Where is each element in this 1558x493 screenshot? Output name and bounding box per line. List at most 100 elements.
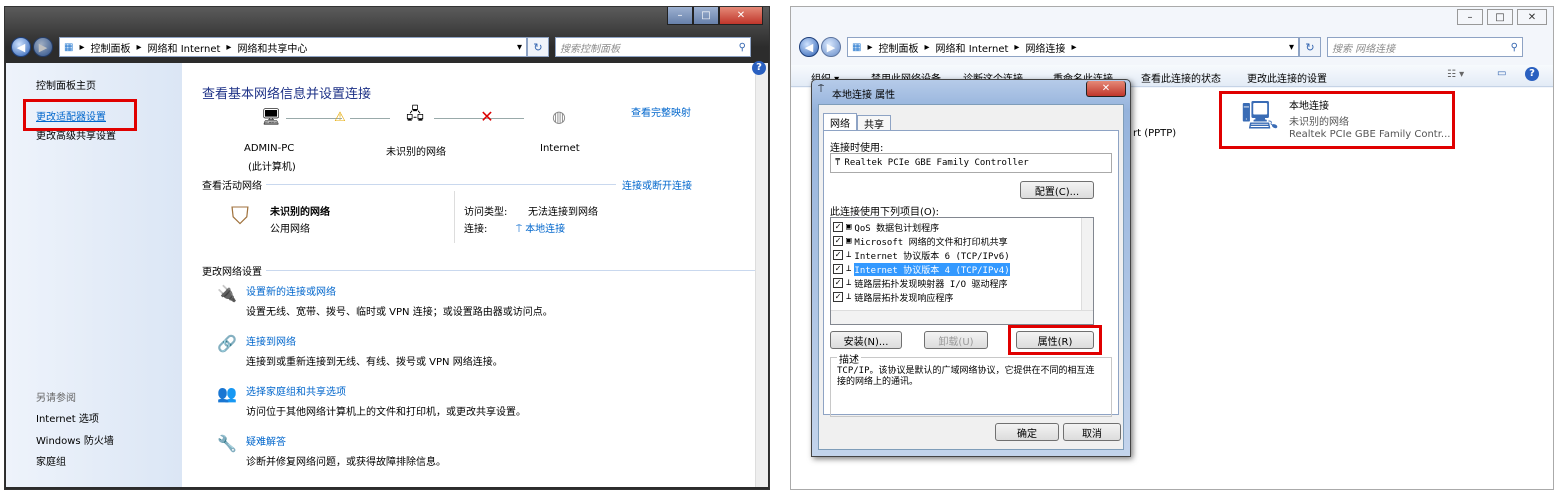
close-button[interactable]: ✕	[1517, 9, 1547, 25]
highlight-box	[1008, 325, 1102, 355]
dialog-network-icon: ⍑	[818, 84, 824, 95]
checkbox[interactable]: ✓	[833, 222, 843, 232]
tab-sharing[interactable]: 共享	[857, 115, 891, 131]
checkbox[interactable]: ✓	[833, 236, 843, 246]
tab-network[interactable]: 网络	[823, 113, 857, 131]
computer-icon: 🖥	[260, 106, 282, 126]
troubleshoot-icon: 🔧	[217, 433, 237, 453]
list-vertical-scrollbar[interactable]	[1081, 218, 1093, 310]
breadcrumb-item[interactable]: 网络和 Internet	[936, 40, 1009, 55]
list-item-selected[interactable]: ✓ ⊥ Internet 协议版本 4 (TCP/IPv4)	[833, 262, 1010, 276]
items-label: 此连接使用下列项目(O):	[830, 207, 940, 218]
checkbox[interactable]: ✓	[833, 292, 843, 302]
protocol-icon: ⊥	[846, 278, 852, 288]
view-options-icon[interactable]: ☷ ▾	[1447, 69, 1464, 80]
help-icon[interactable]: ?	[752, 61, 766, 75]
map-computer-label: ADMIN-PC	[244, 143, 295, 154]
task-new-connection-link[interactable]: 设置新的连接或网络	[246, 283, 336, 298]
task-homegroup-link[interactable]: 选择家庭组和共享选项	[246, 383, 346, 398]
components-list[interactable]: ✓ ▣ QoS 数据包计划程序 ✓ ▣ Microsoft 网络的文件和打印机共享 ✓ ⊥…	[830, 217, 1094, 325]
connections-value-link[interactable]: ⍑ 本地连接	[516, 220, 565, 235]
protocol-icon: ⊥	[846, 264, 852, 274]
address-bar[interactable]: ▦ ▸ 控制面板 ▸ 网络和 Internet ▸ 网络和共享中心 ▾	[59, 37, 527, 57]
back-icon[interactable]: ◀	[11, 37, 31, 57]
search-icon: ⚲	[738, 41, 746, 53]
help-icon[interactable]: ?	[1525, 67, 1539, 81]
network-sharing-center-window: – □ ✕ ◀ ▶ ▦ ▸ 控制面板 ▸ 网络和 Internet ▸ 网络和共享中心…	[4, 6, 770, 490]
search-input[interactable]: 搜索控制面板 ⚲	[555, 37, 751, 57]
refresh-icon[interactable]: ↻	[527, 37, 549, 57]
install-button[interactable]: 安装(N)...	[830, 331, 902, 349]
sidebar-item-firewall[interactable]: Windows 防火墙	[36, 432, 114, 447]
chevron-down-icon[interactable]: ▾	[517, 42, 522, 53]
description-text: TCP/IP。该协议是默认的广域网络协议，它提供在不同的相互连接的网络上的通讯。	[837, 366, 1095, 387]
list-item[interactable]: ✓ ▣ Microsoft 网络的文件和打印机共享	[833, 234, 1008, 248]
forward-icon[interactable]: ▶	[821, 37, 841, 57]
breadcrumb-item[interactable]: 网络连接	[1025, 40, 1065, 55]
adapter-field: ⍑ Realtek PCIe GBE Family Controller	[830, 153, 1112, 173]
properties-dialog: ⍑ 本地连接 属性 ✕ 网络 共享 连接时使用: ⍑ Realtek PCIe …	[811, 79, 1131, 457]
preview-pane-icon[interactable]: ▭	[1497, 68, 1506, 79]
dialog-close-button[interactable]: ✕	[1086, 81, 1126, 97]
configure-button[interactable]: 配置(C)...	[1020, 181, 1094, 199]
sidebar-item-home[interactable]: 控制面板主页	[36, 77, 96, 92]
breadcrumb-item[interactable]: 控制面板	[878, 40, 918, 55]
breadcrumb-item[interactable]: 控制面板	[90, 40, 130, 55]
checkbox[interactable]: ✓	[833, 278, 843, 288]
active-network-type[interactable]: 公用网络	[270, 220, 310, 235]
list-item[interactable]: ✓ ⊥ Internet 协议版本 6 (TCP/IPv6)	[833, 248, 1010, 262]
vertical-scrollbar[interactable]: ?	[752, 61, 768, 487]
description-group: 描述 TCP/IP。该协议是默认的广域网络协议，它提供在不同的相互连接的网络上的…	[830, 351, 1112, 417]
sidebar-item-internet-options[interactable]: Internet 选项	[36, 410, 99, 425]
address-bar-row: ◀ ▶ ▦ ▸ 控制面板 ▸ 网络和 Internet ▸ 网络和共享中心 ▾ ↻ 搜…	[11, 35, 763, 59]
task-troubleshoot-desc: 诊断并修复网络问题，或获得故障排除信息。	[246, 457, 446, 468]
list-horizontal-scrollbar[interactable]	[831, 310, 1093, 324]
task-homegroup-desc: 访问位于其他网络计算机上的文件和打印机，或更改共享设置。	[246, 407, 526, 418]
forward-icon[interactable]: ▶	[33, 37, 53, 57]
toolbar-change-settings[interactable]: 更改此连接的设置	[1247, 70, 1327, 85]
minimize-button[interactable]: –	[667, 7, 693, 25]
connections-value[interactable]: 本地连接	[525, 224, 565, 235]
task-connect-network-desc: 连接到或重新连接到无线、有线、拨号或 VPN 网络连接。	[246, 357, 503, 368]
minimize-button[interactable]: –	[1457, 9, 1483, 25]
connect-disconnect-link[interactable]: 连接或断开连接	[622, 177, 692, 192]
uninstall-button: 卸载(U)	[924, 331, 988, 349]
bench-icon: ⛉	[231, 202, 249, 230]
task-new-connection-desc: 设置无线、宽带、拨号、临时或 VPN 连接；或设置路由器或访问点。	[246, 307, 553, 318]
network-icon: 🖧	[406, 103, 424, 123]
network-connections-window: – □ ✕ ◀ ▶ ▦ ▸ 控制面板 ▸ 网络和 Internet ▸ 网络连接 ▸ …	[790, 6, 1554, 490]
close-button[interactable]: ✕	[719, 7, 763, 25]
chevron-down-icon[interactable]: ▾	[1289, 42, 1294, 53]
list-item[interactable]: ✓ ⊥ 链路层拓扑发现响应程序	[833, 290, 953, 304]
disconnected-x-icon: ✕	[480, 106, 494, 126]
dialog-body: 网络 共享 连接时使用: ⍑ Realtek PCIe GBE Family C…	[818, 104, 1124, 450]
breadcrumb-item[interactable]: 网络和 Internet	[148, 40, 221, 55]
checkbox[interactable]: ✓	[833, 264, 843, 274]
sidebar-item-homegroup[interactable]: 家庭组	[36, 453, 66, 468]
maximize-button[interactable]: □	[693, 7, 719, 25]
task-connect-network-link[interactable]: 连接到网络	[246, 333, 296, 348]
task-troubleshoot-link[interactable]: 疑难解答	[246, 433, 286, 448]
back-icon[interactable]: ◀	[799, 37, 819, 57]
homegroup-icon: 👥	[217, 383, 237, 403]
cancel-button[interactable]: 取消	[1063, 423, 1121, 441]
see-also-label: 另请参阅	[36, 393, 76, 404]
list-item[interactable]: ✓ ⊥ 链路层拓扑发现映射器 I/O 驱动程序	[833, 276, 1008, 290]
list-item[interactable]: ✓ ▣ QoS 数据包计划程序	[833, 220, 939, 234]
tab-panel: 连接时使用: ⍑ Realtek PCIe GBE Family Control…	[823, 130, 1119, 417]
address-bar[interactable]: ▦ ▸ 控制面板 ▸ 网络和 Internet ▸ 网络连接 ▸ ▾	[847, 37, 1299, 57]
breadcrumb-item[interactable]: 网络和共享中心	[237, 40, 307, 55]
map-computer-sublabel: (此计算机)	[248, 162, 296, 173]
ok-button[interactable]: 确定	[995, 423, 1059, 441]
connections-label: 连接:	[464, 224, 488, 235]
description-label: 描述	[837, 351, 861, 366]
toolbar-view-status[interactable]: 查看此连接的状态	[1141, 70, 1221, 85]
maximize-button[interactable]: □	[1487, 9, 1513, 25]
refresh-icon[interactable]: ↻	[1299, 37, 1321, 57]
background-item-text: rt (PPTP)	[1133, 128, 1177, 139]
checkbox[interactable]: ✓	[833, 250, 843, 260]
protocol-icon: ⊥	[846, 250, 852, 260]
search-input[interactable]: 搜索 网络连接 ⚲	[1327, 37, 1523, 57]
access-type-value: 无法连接到网络	[528, 207, 598, 218]
see-full-map-link[interactable]: 查看完整映射	[631, 104, 691, 119]
